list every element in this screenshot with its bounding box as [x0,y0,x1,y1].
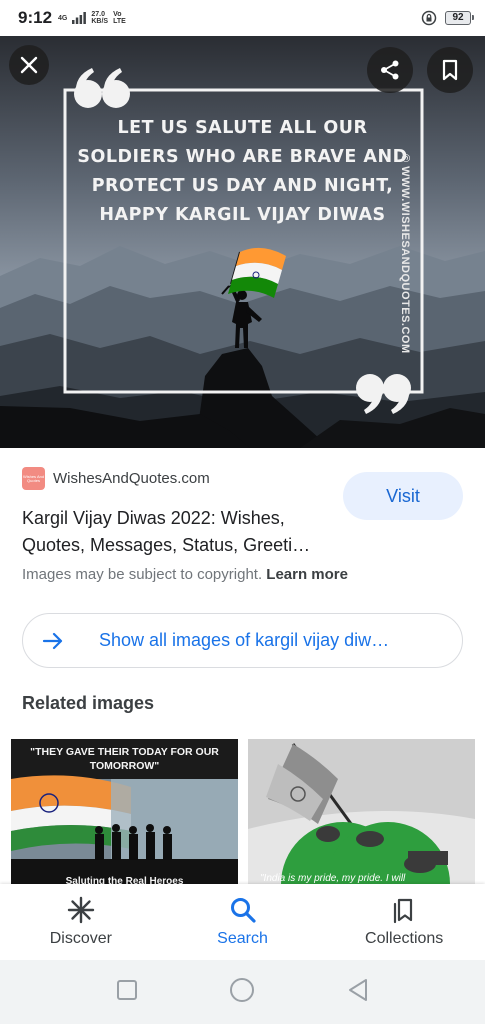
share-button[interactable] [367,47,413,93]
nav-search-label: Search [217,930,268,947]
bottom-navigation: Discover Search Collections [0,884,485,960]
asterisk-icon [67,896,95,924]
quote-line: HAPPY KARGIL VIJAY DIWAS [99,205,386,225]
status-bar: 9:12 4G 27.0 KB/S Vo LTE 92 [0,0,485,36]
site-favicon: Wishes And Quotes [22,467,45,490]
signal-icon [72,12,87,24]
speed-unit: KB/S [91,18,109,25]
nav-collections-label: Collections [365,930,444,947]
source-name: WishesAndQuotes.com [53,470,210,487]
recents-button[interactable] [116,979,138,1006]
network-speed: 27.0 KB/S [91,11,108,25]
bookmark-icon [442,59,458,81]
share-icon [381,60,399,80]
related-image-1[interactable]: "THEY GAVE THEIR TODAY FOR OUR TOMORROW"… [11,739,238,884]
nav-discover-label: Discover [49,930,112,947]
system-navigation-bar [0,960,485,1024]
home-button[interactable] [229,977,255,1008]
thumb-bottom-text: "India is my pride, my pride. I will [260,873,406,884]
back-button[interactable] [347,978,369,1007]
lock-rotation-icon [421,10,437,26]
result-title[interactable]: Kargil Vijay Diwas 2022: Wishes, Quotes,… [22,505,342,559]
source-row[interactable]: Wishes And Quotes WishesAndQuotes.com [22,467,210,490]
watermark: © WWW.WISHESANDQUOTES.COM [399,154,411,354]
thumb-caption-line: TOMORROW" [89,760,160,772]
search-icon [230,898,256,923]
quote-line: SOLDIERS WHO ARE BRAVE AND [77,147,408,167]
quote-text: LET US SALUTE ALL OUR SOLDIERS WHO ARE B… [70,114,415,230]
kargil-quote-image [0,36,485,448]
network-type: 4G [58,14,68,22]
nav-search[interactable]: Search [162,884,324,960]
circle-icon [230,977,255,1002]
copyright-text: Images may be subject to copyright. [22,566,263,583]
close-button[interactable] [9,45,49,85]
copyright-notice: Images may be subject to copyright. Lear… [22,566,348,583]
close-icon [20,56,38,74]
arrow-right-icon [23,632,83,650]
bookmark-button[interactable] [427,47,473,93]
related-image-2[interactable]: "India is my pride, my pride. I will [248,739,475,884]
nav-collections[interactable]: Collections [323,884,485,960]
speed-value: 27.0 [91,11,105,18]
quote-line: PROTECT US DAY AND NIGHT, [91,176,394,196]
hero-image: LET US SALUTE ALL OUR SOLDIERS WHO ARE B… [0,36,485,448]
quote-line: LET US SALUTE ALL OUR [117,118,368,138]
status-right: 92 [421,10,474,26]
volte-bottom: LTE [113,18,126,25]
thumb-caption: "THEY GAVE THEIR TODAY FOR OUR TOMORROW" [11,745,238,773]
network-indicators: 4G 27.0 KB/S Vo LTE [58,11,126,25]
show-all-label: Show all images of kargil vijay diw… [99,630,390,650]
visit-button[interactable]: Visit [343,472,463,520]
learn-more-link[interactable]: Learn more [266,566,348,583]
battery-indicator: 92 [445,11,474,25]
thumb-caption-line: "THEY GAVE THEIR TODAY FOR OUR [30,746,219,758]
back-triangle-icon [349,978,368,1001]
volte-top: Vo [113,11,122,18]
favicon-text: Wishes And Quotes [22,473,45,483]
show-all-images-button[interactable]: Show all images of kargil vijay diw… [22,613,463,668]
status-time: 9:12 [18,8,53,27]
square-icon [116,979,137,1000]
thumb-bottom-text: Saluting the Real Heroes [65,876,184,884]
related-images-heading: Related images [22,693,155,713]
collections-icon [394,898,413,924]
volte-indicator: Vo LTE [113,11,126,25]
nav-discover[interactable]: Discover [0,884,162,960]
